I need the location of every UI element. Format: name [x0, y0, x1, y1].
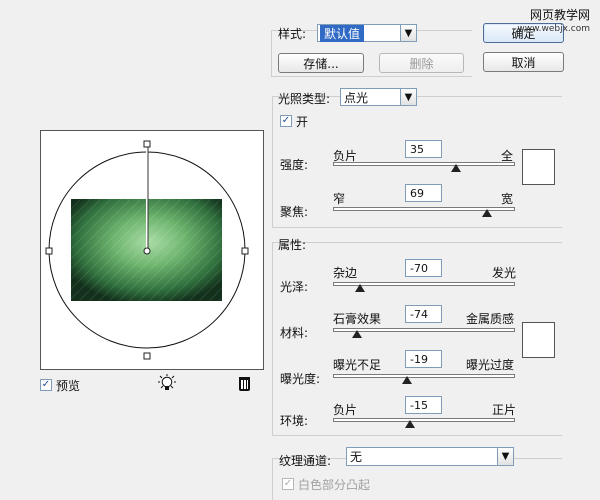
light-right-handle[interactable]: [241, 247, 249, 255]
gloss-value[interactable]: -70: [405, 259, 442, 277]
ambience-slider[interactable]: [333, 418, 515, 422]
lightbulb-icon[interactable]: [156, 373, 178, 393]
material-left-label: 石膏效果: [333, 312, 382, 326]
intensity-slider-thumb[interactable]: [450, 164, 461, 172]
gloss-slider-thumb[interactable]: [355, 284, 366, 292]
preview-label: 预览: [56, 379, 81, 393]
intensity-label: 强度:: [280, 158, 309, 172]
preview-checkbox[interactable]: ✓: [40, 379, 52, 391]
delete-style-button[interactable]: 删除: [379, 53, 464, 73]
light-type-value: 点光: [344, 90, 369, 105]
exposure-slider-thumb[interactable]: [401, 376, 412, 384]
intensity-value[interactable]: 35: [405, 140, 442, 158]
gloss-left-label: 杂边: [333, 266, 358, 280]
exposure-right-label: 曝光过度: [466, 358, 515, 372]
light-on-label: 开: [296, 115, 309, 129]
texture-channel-dropdown[interactable]: 无 ▼: [346, 447, 514, 466]
gloss-right-label: 发光: [492, 266, 517, 280]
save-style-button[interactable]: 存储...: [278, 53, 364, 73]
light-type-dropdown[interactable]: 点光 ▼: [340, 88, 417, 106]
exposure-value[interactable]: -19: [405, 350, 442, 368]
ambience-label: 环境:: [280, 414, 309, 428]
intensity-slider[interactable]: [333, 162, 515, 166]
focus-value[interactable]: 69: [405, 184, 442, 202]
focus-label: 聚焦:: [280, 205, 309, 219]
light-bottom-handle[interactable]: [143, 352, 151, 360]
white-high-label: 白色部分凸起: [298, 478, 371, 492]
material-slider-thumb[interactable]: [351, 330, 362, 338]
watermark-title: 网页教学网: [529, 8, 590, 22]
material-label: 材料:: [280, 326, 309, 340]
light-on-checkbox[interactable]: ✓: [280, 115, 292, 127]
light-center-handle[interactable]: [143, 247, 151, 255]
focus-left-label: 窄: [333, 192, 346, 206]
material-value[interactable]: -74: [405, 305, 442, 323]
lighting-preview-canvas[interactable]: [40, 130, 264, 370]
light-left-handle[interactable]: [45, 247, 53, 255]
texture-channel-label: 纹理通道:: [279, 454, 332, 468]
material-right-label: 金属质感: [466, 312, 515, 326]
exposure-left-label: 曝光不足: [333, 358, 382, 372]
light-color-swatch[interactable]: [522, 149, 555, 185]
properties-title: 属性:: [278, 238, 307, 252]
gloss-label: 光泽:: [280, 280, 309, 294]
style-dropdown-value: 默认值: [320, 24, 365, 42]
ambience-value[interactable]: -15: [405, 396, 442, 414]
texture-channel-value: 无: [350, 450, 363, 464]
cancel-button[interactable]: 取消: [483, 52, 564, 72]
light-type-label: 光照类型:: [278, 92, 331, 106]
ambience-slider-thumb[interactable]: [405, 420, 416, 428]
chevron-down-icon: ▼: [400, 89, 416, 105]
light-top-handle[interactable]: [143, 140, 151, 148]
watermark-url: www.webjx.com: [517, 24, 590, 34]
exposure-slider[interactable]: [333, 374, 515, 378]
exposure-label: 曝光度:: [280, 372, 321, 386]
style-label: 样式:: [278, 27, 307, 41]
chevron-down-icon: ▼: [497, 448, 513, 465]
focus-slider-thumb[interactable]: [481, 209, 492, 217]
style-dropdown[interactable]: 默认值 ▼: [317, 24, 417, 42]
ambience-left-label: 负片: [333, 403, 358, 417]
ambience-right-label: 正片: [492, 403, 517, 417]
white-high-checkbox[interactable]: ✓: [282, 478, 294, 490]
chevron-down-icon: ▼: [400, 25, 416, 41]
material-color-swatch[interactable]: [522, 322, 555, 358]
focus-right-label: 宽: [501, 192, 514, 206]
trash-icon[interactable]: [239, 377, 250, 391]
watermark: 网页教学网 www.webjx.com: [517, 8, 590, 36]
